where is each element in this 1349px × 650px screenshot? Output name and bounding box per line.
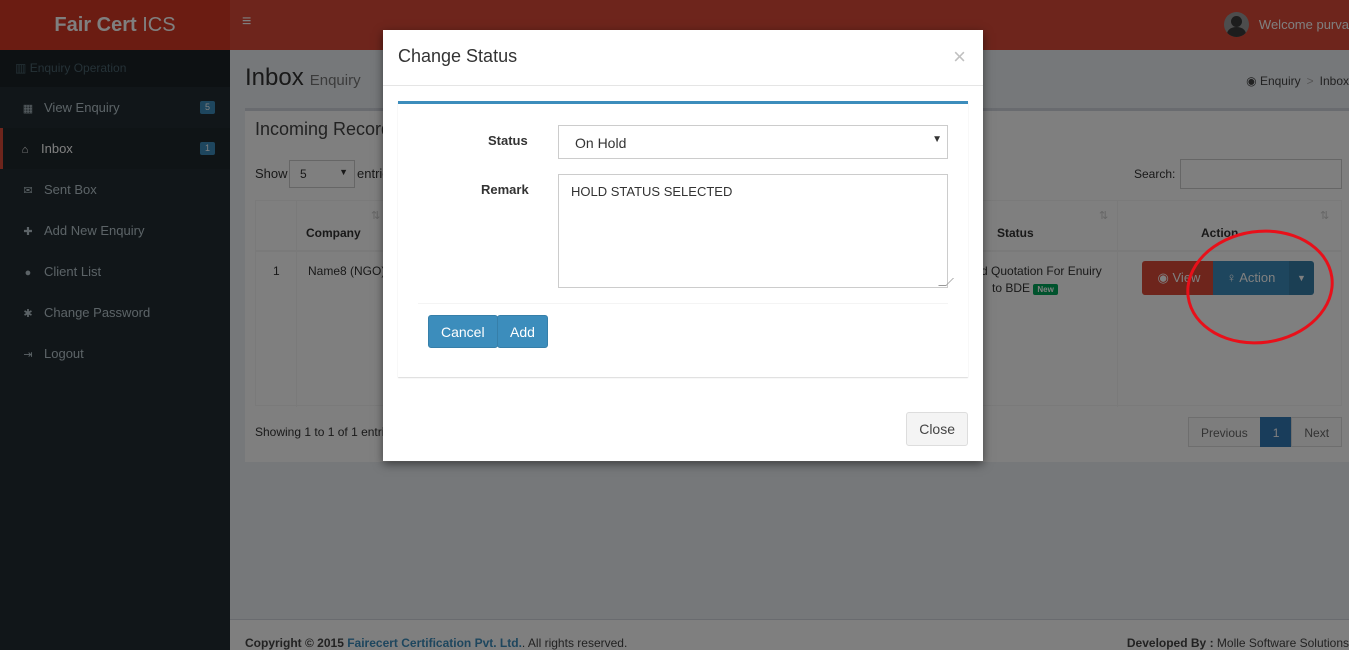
add-button[interactable]: Add <box>497 315 548 348</box>
divider <box>418 303 948 304</box>
modal-title: Change Status <box>398 46 518 66</box>
status-form-box: Status On Hold ▼ Remark HOLD STATUS SELE… <box>398 101 968 377</box>
caret-down-icon: ▼ <box>932 134 942 145</box>
close-button[interactable]: Close <box>906 412 968 446</box>
modal-header: Change Status × <box>383 30 983 86</box>
change-status-modal: Change Status × Status On Hold ▼ Remark … <box>383 30 983 461</box>
status-label: Status <box>488 133 528 148</box>
remark-textarea[interactable]: HOLD STATUS SELECTED <box>558 174 954 288</box>
status-select[interactable]: On Hold ▼ <box>558 125 948 159</box>
remark-label: Remark <box>481 182 529 197</box>
resize-grip-icon[interactable] <box>938 278 954 286</box>
cancel-button[interactable]: Cancel <box>428 315 498 348</box>
close-icon[interactable]: × <box>953 44 966 70</box>
